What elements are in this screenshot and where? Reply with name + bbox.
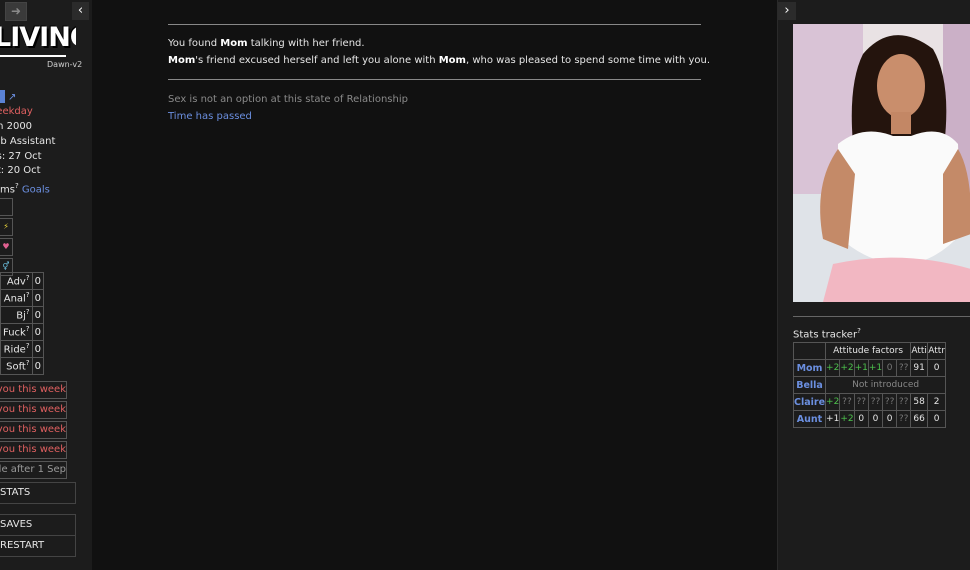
skill-help[interactable]: ? [26, 359, 30, 367]
stats-tracker-title: Stats tracker? [793, 327, 861, 341]
character-name[interactable]: Bella [792, 376, 827, 394]
items-help[interactable]: ? [15, 182, 19, 190]
game-logo: LIVING IT [0, 20, 76, 64]
skill-row: Adv? 0 [0, 272, 44, 290]
daytype-label: Weekday [0, 106, 33, 118]
items-row: Items? Goals [0, 179, 92, 198]
attitude-factors-header: Attitude factors [825, 342, 912, 360]
arrow-right-icon: ➜ [10, 4, 22, 18]
collapse-sidebar-button[interactable]: ‹ [72, 2, 89, 20]
skill-name: Soft [6, 361, 26, 373]
notice-item[interactable]: Pays you this week [0, 381, 67, 399]
skill-help[interactable]: ? [26, 342, 30, 350]
restart-button[interactable]: RESTART [0, 535, 76, 557]
skill-name: Adv [6, 276, 26, 288]
skill-row: Fuck? 0 [0, 323, 44, 341]
divider [168, 79, 701, 80]
character-name[interactable]: Mom [792, 359, 827, 377]
skill-name: Bj [16, 310, 26, 322]
stats-tracker-help[interactable]: ? [857, 327, 861, 335]
skill-value: 0 [31, 340, 44, 358]
tracker-row-mom: Mom +2 +2 +1 +1 0 ?? 91 0 [792, 359, 947, 377]
character-portrait [793, 24, 970, 302]
skill-name: Ride [3, 344, 26, 356]
collapse-right-panel-button[interactable]: › [778, 2, 796, 20]
notice-item[interactable]: Pays you this week [0, 441, 67, 459]
atti-header: Atti [910, 342, 929, 360]
skill-name: Fuck [3, 327, 26, 339]
divider [793, 316, 970, 317]
skill-value: 0 [31, 289, 44, 307]
stats-tracker-table: Attitude factors Atti Attr Mom +2 +2 +1 … [792, 342, 947, 428]
stats-button[interactable]: STATS [0, 482, 76, 504]
bonus-label: Bonus: 27 Oct [0, 150, 42, 162]
left-sidebar: ➜ ‹ LIVING IT Dawn-v2 ↗ Weekday Jan 2000… [0, 0, 93, 570]
heart-icon: ♥ [0, 238, 13, 256]
avatar-link[interactable] [0, 90, 5, 103]
items-label: Items [0, 184, 15, 196]
tracker-row-claire: Claire +2 ?? ?? ?? ?? ?? 58 2 [792, 393, 947, 411]
attr-header: Attr [927, 342, 947, 360]
skill-row: Soft? 0 [0, 357, 44, 375]
divider [168, 24, 701, 25]
skill-value: 0 [31, 306, 44, 324]
time-passed-link[interactable]: Time has passed [168, 111, 252, 122]
date-label: Jan 2000 [0, 121, 33, 133]
job-notices: Pays you this week Pays you this week Pa… [0, 381, 67, 481]
skill-name: Anal [3, 293, 26, 305]
chevron-right-icon: › [784, 3, 790, 18]
forward-button[interactable]: ➜ [5, 2, 27, 21]
job-label: Lib Assistant [0, 135, 56, 147]
tracker-row-bella: Bella Not introduced [792, 376, 947, 394]
notice-item[interactable]: Pays you this week [0, 421, 67, 439]
skill-row: Bj? 0 [0, 306, 44, 324]
character-name[interactable]: Claire [792, 393, 827, 411]
player-info: ↗ Weekday Jan 2000 Lib Assistant Bonus: … [0, 90, 92, 198]
payment-label: Payment: 20 Oct [0, 165, 41, 177]
skill-value: 0 [31, 323, 44, 341]
skill-help[interactable]: ? [26, 325, 30, 333]
version-label: Dawn-v2 [47, 60, 83, 69]
skill-row: Ride? 0 [0, 340, 44, 358]
relationship-notice: Sex is not an option at this state of Re… [168, 94, 408, 105]
blank-stat-icon [0, 198, 13, 216]
tracker-row-aunt: Aunt +1 +2 0 0 0 ?? 66 0 [792, 410, 947, 428]
energy-icon: ⚡ [0, 218, 13, 236]
right-panel: › Stats tracker? Attitude factors Atti A… [777, 0, 970, 570]
saves-button[interactable]: SAVES [0, 514, 76, 536]
story-line-1: You found Mom talking with her friend. [168, 38, 365, 49]
goals-link[interactable]: Goals [22, 185, 50, 196]
logo-text: LIVING IT [0, 22, 76, 53]
skill-value: 0 [31, 357, 44, 375]
notice-item[interactable]: Available after 1 Sep [0, 461, 67, 479]
notice-item[interactable]: Pays you this week [0, 401, 67, 419]
story-line-2: Mom's friend excused herself and left yo… [168, 55, 711, 66]
skill-help[interactable]: ? [26, 291, 30, 299]
stat-icons: ⚡ ♥ ⚥ [0, 198, 13, 278]
passage-area: You found Mom talking with her friend. M… [92, 0, 777, 570]
character-name[interactable]: Aunt [792, 410, 827, 428]
skill-row: Anal? 0 [0, 289, 44, 307]
tracker-header-row: Attitude factors Atti Attr [792, 342, 947, 360]
skill-help[interactable]: ? [26, 308, 30, 316]
skill-help[interactable]: ? [26, 274, 30, 282]
external-link-icon[interactable]: ↗ [8, 92, 16, 103]
skill-value: 0 [31, 272, 44, 290]
skills-table: Adv? 0 Anal? 0 Bj? 0 Fuck? 0 Ride? 0 Sof… [0, 272, 44, 375]
chevron-left-icon: ‹ [77, 3, 84, 18]
